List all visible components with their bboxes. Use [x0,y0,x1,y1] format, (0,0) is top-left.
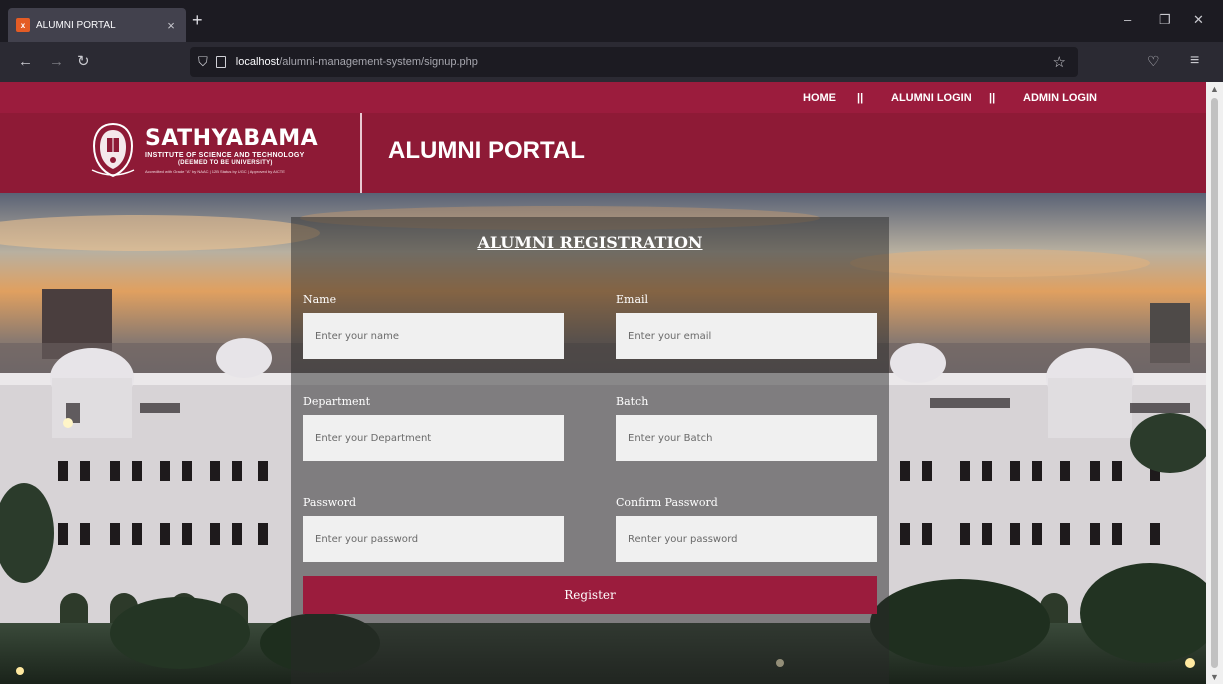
url-bar[interactable]: ⛉ localhost /alumni-management-system/si… [190,47,1078,77]
form-title: ALUMNI REGISTRATION [477,233,703,252]
batch-label: Batch [616,395,649,408]
home-link[interactable]: HOME [803,92,836,104]
shield-icon[interactable]: ⛉ [198,54,208,70]
hero-section: ALUMNI REGISTRATION Name Email Departmen… [0,193,1206,684]
confirm-password-input[interactable] [616,516,877,562]
batch-input[interactable] [616,415,877,461]
password-label: Password [303,496,357,509]
logo-deemed: (DEEMED TO BE UNIVERSITY) [178,160,273,166]
logo-subtitle: INSTITUTE OF SCIENCE AND TECHNOLOGY [145,152,305,159]
restore-icon[interactable]: ❐ [1159,13,1171,27]
star-icon[interactable]: ☆ [1053,53,1066,71]
admin-login-link[interactable]: ADMIN LOGIN [1023,92,1097,104]
registration-form: ALUMNI REGISTRATION Name Email Departmen… [291,217,889,684]
confirm-password-label: Confirm Password [616,496,718,509]
email-input[interactable] [616,313,877,359]
tab-close-button[interactable]: × [164,18,178,33]
department-input[interactable] [303,415,564,461]
site-header: SATHYABAMA INSTITUTE OF SCIENCE AND TECH… [0,113,1206,193]
new-tab-button[interactable]: + [192,11,203,29]
window-close-icon[interactable]: ✕ [1193,13,1204,27]
department-label: Department [303,395,371,408]
name-input[interactable] [303,313,564,359]
portal-title: ALUMNI PORTAL [388,137,585,164]
minimize-icon[interactable]: – [1124,13,1131,27]
url-host: localhost [235,56,280,68]
name-label: Name [303,293,337,306]
emblem-icon [91,122,135,178]
browser-navbar: ← → ↻ ⛉ localhost /alumni-management-sys… [0,42,1223,82]
header-divider [360,113,362,193]
logo-name: SATHYABAMA [145,126,319,151]
scroll-thumb[interactable] [1211,98,1218,668]
back-icon[interactable]: ← [18,53,33,71]
alumni-login-link[interactable]: ALUMNI LOGIN [891,92,972,104]
forward-icon[interactable]: → [49,53,64,71]
menu-icon[interactable]: ≡ [1190,52,1199,70]
scroll-up-icon[interactable]: ▲ [1210,84,1219,94]
page-scrollbar[interactable]: ▲ ▼ [1206,82,1223,684]
browser-tab[interactable]: x ALUMNI PORTAL × [8,8,186,42]
url-path: /alumni-management-system/signup.php [279,56,478,68]
reload-icon[interactable]: ↻ [77,53,90,71]
favicon-icon: x [16,18,30,32]
university-logo: SATHYABAMA INSTITUTE OF SCIENCE AND TECH… [88,120,328,180]
email-label: Email [616,293,649,306]
pocket-icon[interactable]: ♡ [1147,53,1160,70]
browser-titlebar: x ALUMNI PORTAL × + – ❐ ✕ [0,0,1223,42]
password-input[interactable] [303,516,564,562]
scroll-down-icon[interactable]: ▼ [1210,672,1219,682]
nav-separator: || [857,92,864,104]
tab-title: ALUMNI PORTAL [36,19,116,31]
nav-separator: || [989,92,996,104]
page-icon[interactable] [215,56,226,68]
page-viewport: HOME || ALUMNI LOGIN || ADMIN LOGIN SATH… [0,82,1206,684]
register-button[interactable]: Register [303,576,877,614]
top-navigation: HOME || ALUMNI LOGIN || ADMIN LOGIN [0,82,1206,113]
logo-accreditation: Accredited with Grade "A" by NAAC | 12B … [145,169,285,174]
